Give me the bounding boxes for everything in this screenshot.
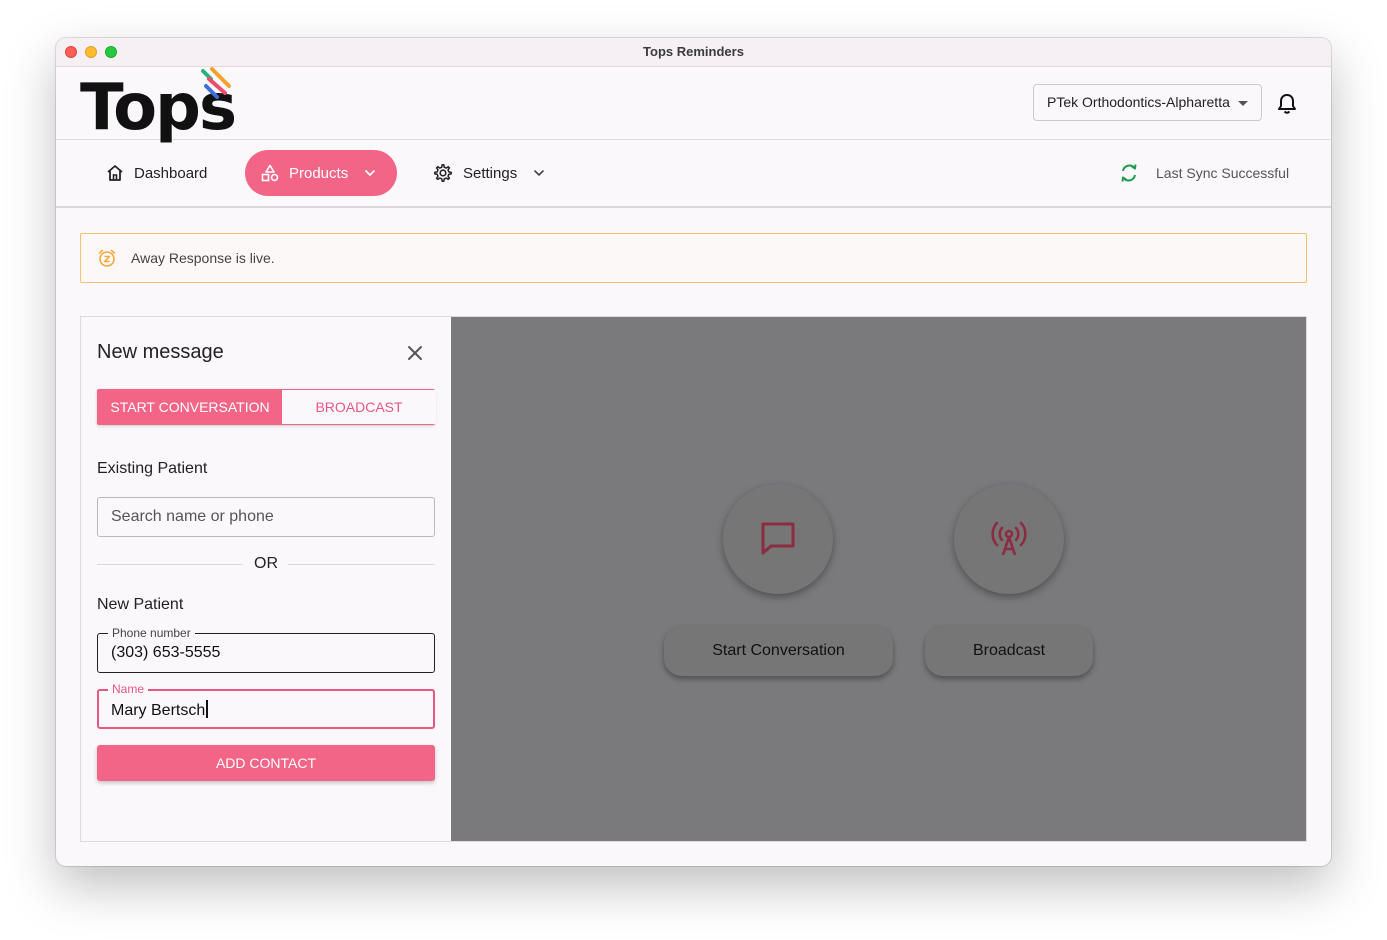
- add-contact-button[interactable]: ADD CONTACT: [97, 745, 435, 781]
- sync-status: Last Sync Successful: [1119, 162, 1289, 184]
- search-placeholder: Search name or phone: [111, 508, 274, 525]
- start-conversation-circle[interactable]: [723, 484, 833, 594]
- divider-line: [97, 564, 243, 565]
- or-divider: OR: [97, 555, 435, 575]
- action-overlay: Start Conversation Broadcast: [451, 317, 1306, 841]
- close-window-button[interactable]: [65, 46, 77, 58]
- alarm-icon: [98, 249, 116, 267]
- main-nav: Dashboard Products Settings Last Sync Su…: [56, 140, 1331, 208]
- chat-icon: [761, 522, 795, 555]
- patient-search-input[interactable]: Search name or phone: [97, 497, 435, 537]
- messaging-area: New message START CONVERSATION BROADCAST…: [80, 316, 1307, 842]
- home-icon: [107, 165, 123, 181]
- message-type-toggle: START CONVERSATION BROADCAST: [97, 389, 436, 425]
- bell-icon[interactable]: [1277, 93, 1297, 115]
- nav-products[interactable]: Products: [245, 150, 397, 196]
- title-bar: Tops Reminders: [56, 38, 1331, 67]
- phone-number-field[interactable]: Phone number (303) 653-5555: [97, 626, 435, 673]
- alert-text: Away Response is live.: [131, 250, 275, 266]
- new-patient-label: New Patient: [97, 596, 184, 613]
- window-title: Tops Reminders: [643, 44, 744, 59]
- or-text: OR: [254, 555, 278, 572]
- name-value: Mary Bertsch: [111, 702, 206, 719]
- nav-products-label: Products: [289, 164, 349, 182]
- phone-number-value: (303) 653-5555: [111, 644, 221, 661]
- phone-number-label: Phone number: [108, 626, 195, 640]
- chevron-down-icon: [365, 170, 376, 177]
- panel-title: New message: [97, 341, 224, 363]
- shapes-icon: [261, 164, 279, 182]
- name-label: Name: [108, 682, 149, 696]
- dropdown-caret-icon: [1238, 101, 1248, 106]
- away-response-alert: Away Response is live.: [80, 233, 1307, 283]
- broadcast-button[interactable]: Broadcast: [925, 626, 1093, 676]
- new-message-panel: New message START CONVERSATION BROADCAST…: [81, 317, 452, 841]
- name-field[interactable]: Name Mary Bertsch: [97, 682, 435, 729]
- minimize-window-button[interactable]: [85, 46, 97, 58]
- text-cursor: [206, 700, 208, 718]
- app-header: Tops PTek Orthodontics-Alpharetta: [56, 67, 1331, 143]
- chevron-down-icon: [534, 170, 545, 177]
- nav-settings-label: Settings: [463, 164, 518, 182]
- practice-select[interactable]: PTek Orthodontics-Alpharetta: [1033, 84, 1262, 121]
- nav-dashboard[interactable]: Dashboard: [106, 150, 207, 196]
- existing-patient-label: Existing Patient: [97, 460, 208, 477]
- practice-select-value: PTek Orthodontics-Alpharetta: [1047, 94, 1230, 110]
- app-window: Tops Reminders Tops PTek Orthodontics-Al…: [56, 38, 1331, 866]
- sync-icon[interactable]: [1119, 162, 1139, 184]
- zoom-window-button[interactable]: [105, 46, 117, 58]
- tab-start-conversation[interactable]: START CONVERSATION: [98, 390, 282, 424]
- broadcast-icon: [991, 521, 1027, 556]
- sync-status-text: Last Sync Successful: [1156, 165, 1290, 181]
- logo-mark-icon: [201, 67, 231, 99]
- gear-icon: [434, 164, 452, 182]
- close-icon[interactable]: [406, 344, 424, 362]
- start-conversation-button[interactable]: Start Conversation: [664, 626, 893, 676]
- name-value-wrap: Mary Bertsch: [111, 700, 208, 720]
- nav-settings[interactable]: Settings: [433, 150, 547, 196]
- tab-broadcast[interactable]: BROADCAST: [282, 390, 436, 424]
- nav-dashboard-label: Dashboard: [134, 164, 208, 182]
- window-controls: [65, 46, 117, 58]
- divider-line: [288, 564, 435, 565]
- broadcast-circle[interactable]: [954, 484, 1064, 594]
